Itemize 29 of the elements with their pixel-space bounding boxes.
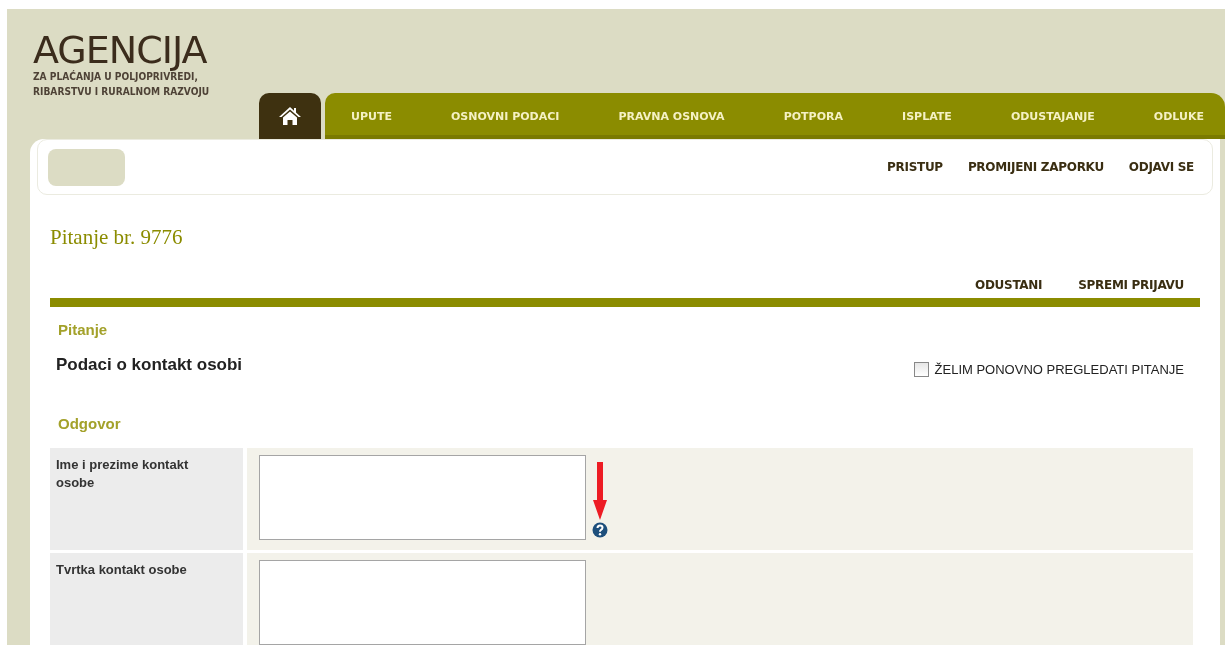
question-text: Podaci o kontakt osobi (56, 354, 243, 375)
section-heading: Pitanje (58, 321, 108, 338)
arrow-icon (592, 462, 608, 520)
logo-subtitle: RIBARSTVU I RURALNOM RAZVOJU (33, 84, 210, 99)
field-label: Tvrtka kontakt osobe (50, 553, 243, 645)
logo-subtitle: ZA PLAĆANJA U POLJOPRIVREDI, (33, 70, 198, 84)
logo-title: AGENCIJA (33, 31, 207, 69)
nav-tab[interactable]: UPUTE (351, 109, 392, 123)
nav-tab[interactable]: PRAVNA OSNOVA (618, 109, 725, 123)
home-icon (278, 106, 302, 126)
nav-tab[interactable]: ISPLATE (902, 109, 952, 123)
review-checkbox[interactable] (913, 362, 929, 377)
help-icon[interactable] (592, 522, 608, 538)
nav-tab[interactable]: OSNOVNI PODACI (451, 109, 560, 123)
page-title: Pitanje br. 9776 (50, 225, 183, 250)
checkbox-label: ŽELIM PONOVNO PREGLEDATI PITANJE (934, 362, 1184, 377)
input-field[interactable] (259, 560, 586, 645)
nav-tab[interactable]: POTPORA (783, 109, 843, 123)
nav-tab[interactable]: ODLUKE (1153, 109, 1204, 123)
action-link[interactable]: SPREMI PRIJAVU (1078, 278, 1184, 292)
nav-tab[interactable]: ODUSTAJANJE (1010, 109, 1095, 123)
home-tab[interactable] (259, 93, 321, 139)
input-field[interactable] (259, 455, 586, 540)
field-label: Ime i prezime kontakt osobe (50, 448, 243, 550)
user-menu-link[interactable]: ODJAVI SE (1128, 160, 1194, 174)
user-menu-link[interactable]: PRISTUP (887, 160, 943, 174)
section-heading: Odgovor (58, 415, 121, 432)
action-link[interactable]: ODUSTANI (975, 278, 1043, 292)
user-menu-link[interactable]: PROMIJENI ZAPORKU (967, 160, 1104, 174)
